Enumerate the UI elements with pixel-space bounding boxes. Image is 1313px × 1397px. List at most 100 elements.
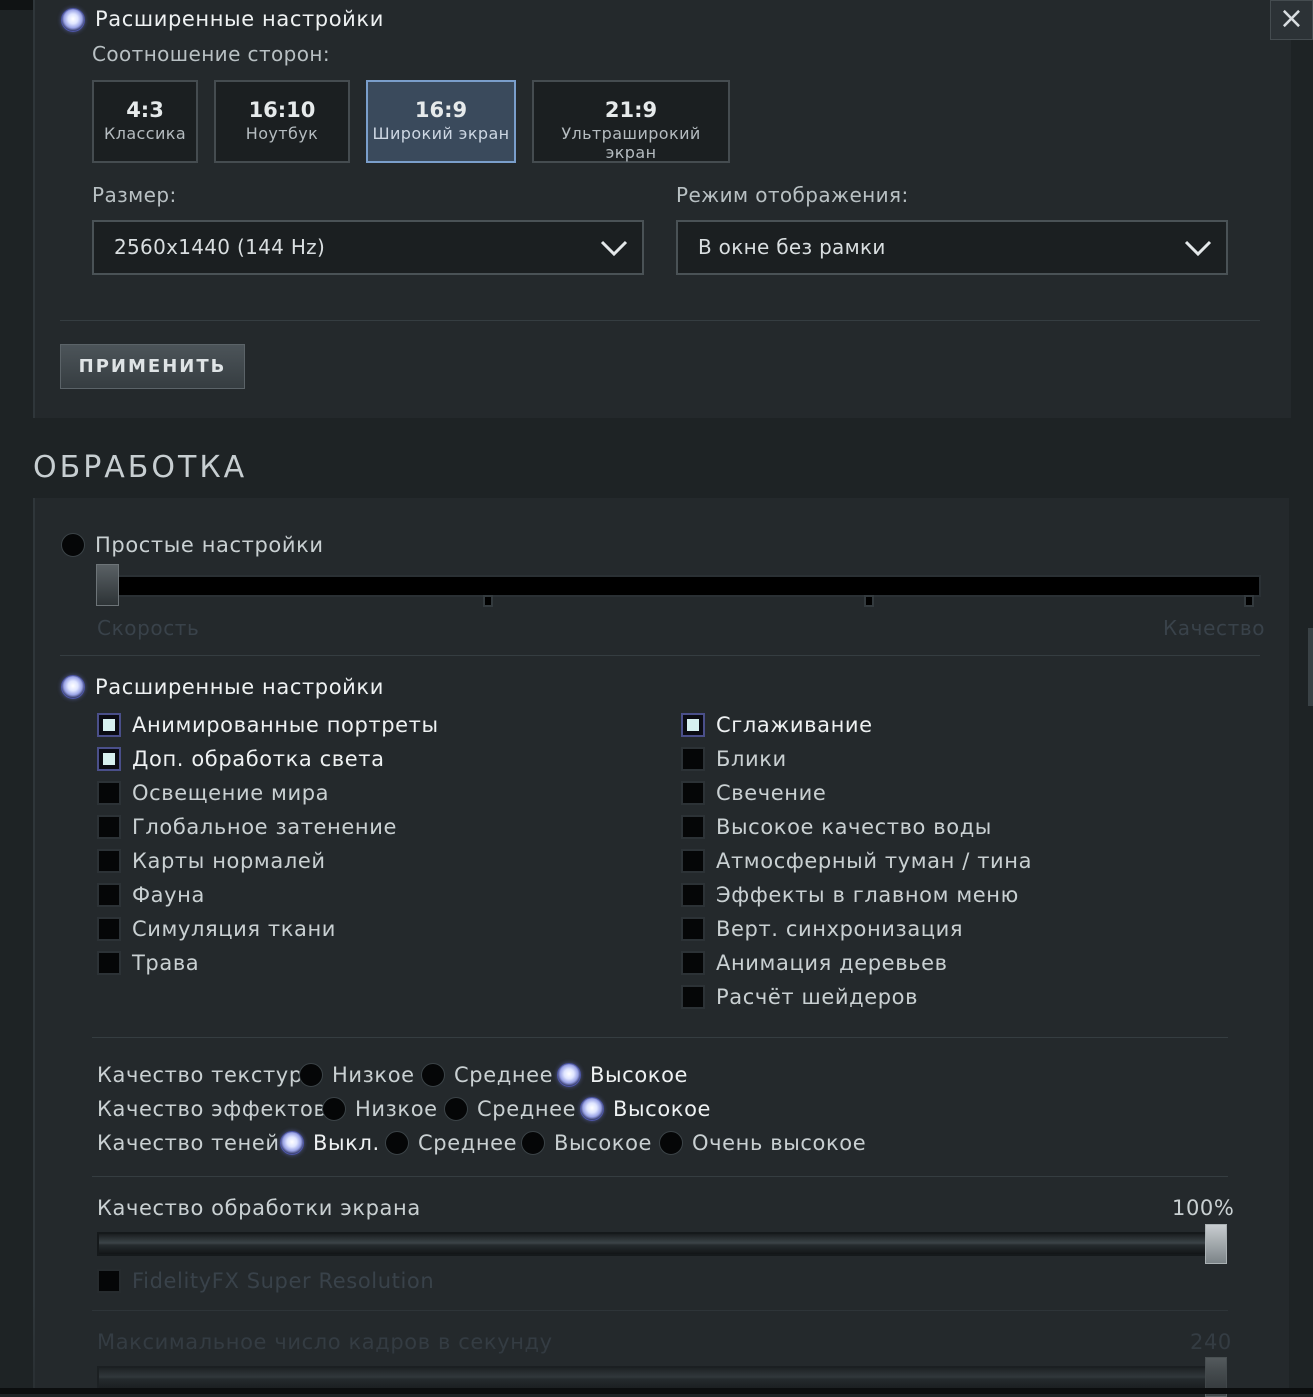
main-menu-effects-checkbox[interactable] [681, 883, 705, 907]
aspect-name-text: Ультраширокий экран [561, 124, 701, 162]
effects-high-radio[interactable] [580, 1097, 604, 1121]
texture-medium-radio[interactable] [421, 1063, 445, 1087]
aspect-21-9-button[interactable]: 21:9 Ультраширокий экран [532, 80, 730, 163]
fsr-label: FidelityFX Super Resolution [132, 1269, 435, 1293]
aspect-name-text: Ноутбук [245, 124, 319, 143]
effects-low-radio[interactable] [322, 1097, 346, 1121]
shadow-off-label: Выкл. [313, 1131, 380, 1155]
ambient-occlusion-checkbox[interactable] [97, 815, 121, 839]
vsync-checkbox[interactable] [681, 917, 705, 941]
tree-animation-label: Анимация деревьев [716, 951, 948, 975]
display-advanced-radio[interactable] [61, 8, 85, 32]
additional-lighting-checkbox[interactable] [97, 747, 121, 771]
fsr-checkbox[interactable] [97, 1269, 121, 1293]
simple-settings-label: Простые настройки [95, 533, 324, 557]
display-mode-dropdown[interactable]: В окне без рамки [676, 220, 1228, 275]
main-menu-effects-label: Эффекты в главном меню [716, 883, 1019, 907]
rendering-advanced-radio[interactable] [61, 675, 85, 699]
slider-tick [483, 595, 493, 607]
rendering-divider [60, 655, 1260, 656]
shadow-high-label: Высокое [554, 1131, 653, 1155]
additional-lighting-label: Доп. обработка света [132, 747, 385, 771]
slider-tick [864, 595, 874, 607]
texture-low-radio[interactable] [299, 1063, 323, 1087]
aspect-ratio-text: 4:3 [126, 98, 164, 122]
size-label: Размер: [92, 183, 177, 207]
shadow-medium-label: Среднее [418, 1131, 518, 1155]
slider-tick [1244, 595, 1254, 607]
aspect-4-3-button[interactable]: 4:3 Классика [92, 80, 198, 163]
aspect-ratio-text: 21:9 [604, 98, 658, 122]
options-divider [92, 1037, 1228, 1038]
slider-max-label: Качество [1163, 616, 1266, 640]
antialiasing-label: Сглаживание [716, 713, 873, 737]
atmospheric-fog-checkbox[interactable] [681, 849, 705, 873]
screen-quality-value: 100% [1172, 1196, 1235, 1220]
fsr-divider [92, 1310, 1228, 1311]
simple-settings-radio[interactable] [61, 533, 85, 557]
grass-label: Трава [132, 951, 200, 975]
effects-high-label: Высокое [613, 1097, 712, 1121]
scrollbar[interactable] [1308, 628, 1313, 706]
rendering-advanced-label: Расширенные настройки [95, 675, 384, 699]
slider-min-label: Скорость [97, 616, 200, 640]
shadow-off-radio[interactable] [280, 1131, 304, 1155]
atmospheric-fog-label: Атмосферный туман / тина [716, 849, 1033, 873]
cloth-simulation-label: Симуляция ткани [132, 917, 337, 941]
max-fps-slider-track[interactable] [97, 1366, 1227, 1390]
texture-high-radio[interactable] [557, 1063, 581, 1087]
mode-label: Режим отображения: [676, 183, 909, 207]
ambient-occlusion-label: Глобальное затенение [132, 815, 398, 839]
apply-button[interactable]: ПРИМЕНИТЬ [60, 344, 245, 389]
quality-preset-slider-thumb[interactable] [96, 564, 119, 606]
aspect-16-9-button[interactable]: 16:9 Широкий экран [366, 80, 516, 163]
bloom-checkbox[interactable] [681, 781, 705, 805]
close-button[interactable]: × [1270, 0, 1313, 40]
screen-quality-slider-thumb[interactable] [1205, 1224, 1227, 1264]
fauna-checkbox[interactable] [97, 883, 121, 907]
normal-maps-checkbox[interactable] [97, 849, 121, 873]
effects-medium-radio[interactable] [444, 1097, 468, 1121]
rendering-panel [33, 498, 1289, 1394]
texture-low-label: Низкое [332, 1063, 415, 1087]
antialiasing-checkbox[interactable] [681, 713, 705, 737]
cloth-simulation-checkbox[interactable] [97, 917, 121, 941]
animated-portraits-label: Анимированные портреты [132, 713, 439, 737]
shader-compute-label: Расчёт шейдеров [716, 985, 919, 1009]
shadow-medium-radio[interactable] [385, 1131, 409, 1155]
max-fps-label: Максимальное число кадров в секунду [97, 1330, 553, 1354]
vsync-label: Верт. синхронизация [716, 917, 964, 941]
fauna-label: Фауна [132, 883, 205, 907]
aspect-ratio-text: 16:9 [414, 98, 468, 122]
normal-maps-label: Карты нормалей [132, 849, 326, 873]
quality-preset-slider-track[interactable] [97, 575, 1261, 597]
animated-portraits-checkbox[interactable] [97, 713, 121, 737]
size-dropdown-value: 2560x1440 (144 Hz) [114, 235, 326, 259]
specular-checkbox[interactable] [681, 747, 705, 771]
texture-high-label: Высокое [590, 1063, 689, 1087]
chevron-down-icon [1184, 240, 1212, 257]
aspect-name-text: Классика [103, 124, 187, 143]
chevron-down-icon [600, 240, 628, 257]
screen-quality-label: Качество обработки экрана [97, 1196, 421, 1220]
max-fps-value: 240 [1190, 1330, 1232, 1354]
texture-medium-label: Среднее [454, 1063, 554, 1087]
shadow-very-high-label: Очень высокое [692, 1131, 867, 1155]
tree-animation-checkbox[interactable] [681, 951, 705, 975]
world-lighting-checkbox[interactable] [97, 781, 121, 805]
shadow-high-radio[interactable] [521, 1131, 545, 1155]
shader-compute-checkbox[interactable] [681, 985, 705, 1009]
aspect-16-10-button[interactable]: 16:10 Ноутбук [214, 80, 350, 163]
aspect-ratio-text: 16:10 [248, 98, 316, 122]
screen-quality-slider-track[interactable] [97, 1232, 1227, 1256]
shadow-very-high-radio[interactable] [659, 1131, 683, 1155]
effects-medium-label: Среднее [477, 1097, 577, 1121]
bottom-strip [0, 1388, 1313, 1394]
size-dropdown[interactable]: 2560x1440 (144 Hz) [92, 220, 644, 275]
grass-checkbox[interactable] [97, 951, 121, 975]
display-mode-value: В окне без рамки [698, 235, 886, 259]
effects-low-label: Низкое [355, 1097, 438, 1121]
display-divider [60, 320, 1260, 321]
high-quality-water-checkbox[interactable] [681, 815, 705, 839]
high-quality-water-label: Высокое качество воды [716, 815, 992, 839]
